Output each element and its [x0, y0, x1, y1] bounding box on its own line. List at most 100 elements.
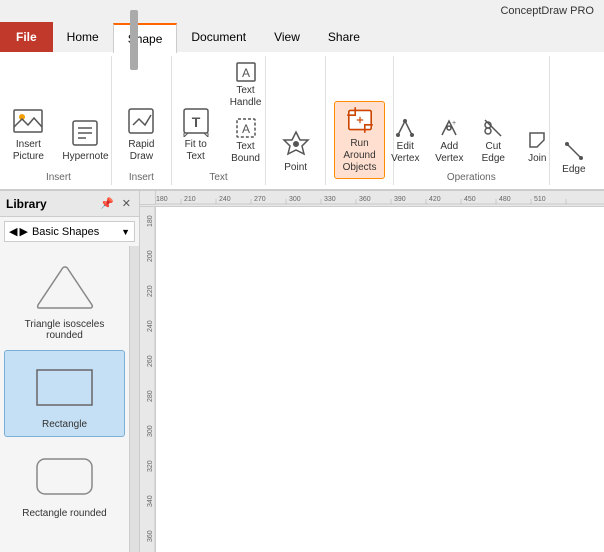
- svg-text:420: 420: [429, 196, 441, 203]
- edge-button[interactable]: Edge: [554, 137, 594, 179]
- library-close-button[interactable]: ✕: [120, 196, 133, 211]
- group-operations: EditVertex + AddVertex CutEdge: [394, 56, 550, 185]
- svg-text:A: A: [242, 122, 250, 136]
- add-vertex-icon: +: [438, 117, 460, 139]
- fit-to-text-label: Fit toText: [185, 139, 207, 163]
- svg-text:280: 280: [147, 390, 154, 402]
- insert-picture-label: InsertPicture: [13, 139, 44, 163]
- tab-shape[interactable]: Shape: [113, 23, 178, 53]
- library-header: Library 📌 ✕: [0, 191, 139, 217]
- edge-items: Edge: [554, 58, 594, 179]
- svg-text:180: 180: [156, 196, 168, 203]
- operations-group-label: Operations: [447, 172, 496, 183]
- ruler-corner: [140, 191, 156, 205]
- fit-to-text-icon: T: [180, 105, 212, 137]
- ruler-vertical: 180 200 220 240 260 280 300 320 340 360: [140, 207, 156, 552]
- svg-text:450: 450: [464, 196, 476, 203]
- run-around-items: Run AroundObjects: [334, 58, 385, 179]
- svg-text:260: 260: [147, 355, 154, 367]
- edge-icon: [563, 140, 585, 162]
- category-label: Basic Shapes: [32, 226, 121, 238]
- nav-back-icon[interactable]: ◀: [9, 225, 17, 238]
- hypernote-icon: [69, 117, 101, 149]
- run-around-objects-button[interactable]: Run AroundObjects: [334, 101, 385, 179]
- library-header-icons: 📌 ✕: [98, 196, 133, 211]
- fit-to-text-button[interactable]: T Fit toText: [171, 102, 221, 168]
- tab-view[interactable]: View: [260, 22, 314, 52]
- text-small-buttons: A TextHandle A TextBound: [225, 58, 267, 168]
- join-icon: [526, 129, 548, 151]
- insert-group-label: Insert: [46, 172, 71, 183]
- svg-text:300: 300: [147, 425, 154, 437]
- edge-label: Edge: [562, 164, 585, 176]
- triangle-isosceles-rounded-label: Triangle isoscelesrounded: [25, 319, 105, 341]
- svg-text:360: 360: [147, 530, 154, 542]
- tab-home[interactable]: Home: [53, 22, 113, 52]
- rapid-draw-icon: [125, 105, 157, 137]
- text-handle-icon: A: [235, 61, 257, 83]
- hypernote-label: Hypernote: [62, 151, 108, 163]
- group-point: Point: [266, 56, 326, 185]
- text-bound-button[interactable]: A TextBound: [225, 114, 267, 168]
- rectangle-rounded-preview: [30, 446, 100, 506]
- rapid-draw-group-label: Insert: [129, 172, 154, 183]
- ruler-top: 180 210 240 270 300 330 360 390: [140, 191, 604, 207]
- rectangle-preview: [30, 357, 100, 417]
- dropdown-arrow-icon: ▼: [121, 227, 130, 237]
- rectangle-label: Rectangle: [42, 419, 87, 430]
- library-items-container: Triangle isoscelesrounded Rectangle: [0, 246, 139, 552]
- canvas-body: 180 200 220 240 260 280 300 320 340 360: [140, 207, 604, 552]
- cut-edge-button[interactable]: CutEdge: [473, 114, 513, 168]
- run-around-objects-label: Run AroundObjects: [339, 138, 380, 174]
- insert-items: InsertPicture Hypernote: [3, 58, 113, 168]
- point-items: Point: [271, 58, 321, 179]
- rapid-draw-items: RapidDraw: [116, 58, 166, 168]
- list-item[interactable]: Triangle isoscelesrounded: [4, 250, 125, 348]
- edit-vertex-icon: [394, 117, 416, 139]
- title-bar: ConceptDraw PRO: [0, 0, 604, 22]
- tab-bar: File Home Shape Document View Share: [0, 22, 604, 52]
- ribbon-content: InsertPicture Hypernote Insert RapidDr: [0, 52, 604, 190]
- point-label: Point: [284, 162, 307, 174]
- svg-text:510: 510: [534, 196, 546, 203]
- svg-text:390: 390: [394, 196, 406, 203]
- library-pin-button[interactable]: 📌: [98, 196, 116, 211]
- add-vertex-button[interactable]: + AddVertex: [429, 114, 469, 168]
- svg-text:300: 300: [289, 196, 301, 203]
- tab-share[interactable]: Share: [314, 22, 374, 52]
- group-insert: InsertPicture Hypernote Insert: [6, 56, 112, 185]
- library-scrollbar[interactable]: [129, 246, 139, 552]
- ruler-horizontal: 180 210 240 270 300 330 360 390: [156, 191, 604, 205]
- text-bound-icon: A: [235, 117, 257, 139]
- point-button[interactable]: Point: [271, 125, 321, 179]
- tab-document[interactable]: Document: [177, 22, 260, 52]
- list-item[interactable]: Rectangle: [4, 350, 125, 437]
- text-handle-label: TextHandle: [230, 85, 262, 109]
- svg-text:200: 200: [147, 250, 154, 262]
- nav-forward-icon[interactable]: ▶: [19, 225, 27, 238]
- point-icon: [280, 128, 312, 160]
- svg-text:A: A: [242, 66, 250, 80]
- insert-picture-icon: [12, 105, 44, 137]
- svg-text:180: 180: [147, 215, 154, 227]
- list-item[interactable]: Rectangle rounded: [4, 439, 125, 526]
- rapid-draw-button[interactable]: RapidDraw: [116, 102, 166, 168]
- hypernote-button[interactable]: Hypernote: [57, 114, 113, 168]
- library-category-selector[interactable]: ◀ ▶ Basic Shapes ▼: [4, 221, 135, 242]
- svg-text:220: 220: [147, 285, 154, 297]
- insert-picture-button[interactable]: InsertPicture: [3, 102, 53, 168]
- group-edge: Edge: [550, 56, 598, 185]
- edit-vertex-button[interactable]: EditVertex: [385, 114, 425, 168]
- svg-text:330: 330: [324, 196, 336, 203]
- group-rapid-draw: RapidDraw Insert: [112, 56, 172, 185]
- canvas-area[interactable]: 180 210 240 270 300 330 360 390: [140, 191, 604, 552]
- text-handle-button[interactable]: A TextHandle: [225, 58, 267, 112]
- drawing-canvas[interactable]: [156, 207, 604, 552]
- cut-edge-label: CutEdge: [482, 141, 505, 165]
- svg-text:240: 240: [147, 320, 154, 332]
- edit-vertex-label: EditVertex: [391, 141, 419, 165]
- svg-text:340: 340: [147, 495, 154, 507]
- tab-file[interactable]: File: [0, 22, 53, 52]
- text-bound-label: TextBound: [231, 141, 260, 165]
- operations-items: EditVertex + AddVertex CutEdge: [385, 58, 557, 168]
